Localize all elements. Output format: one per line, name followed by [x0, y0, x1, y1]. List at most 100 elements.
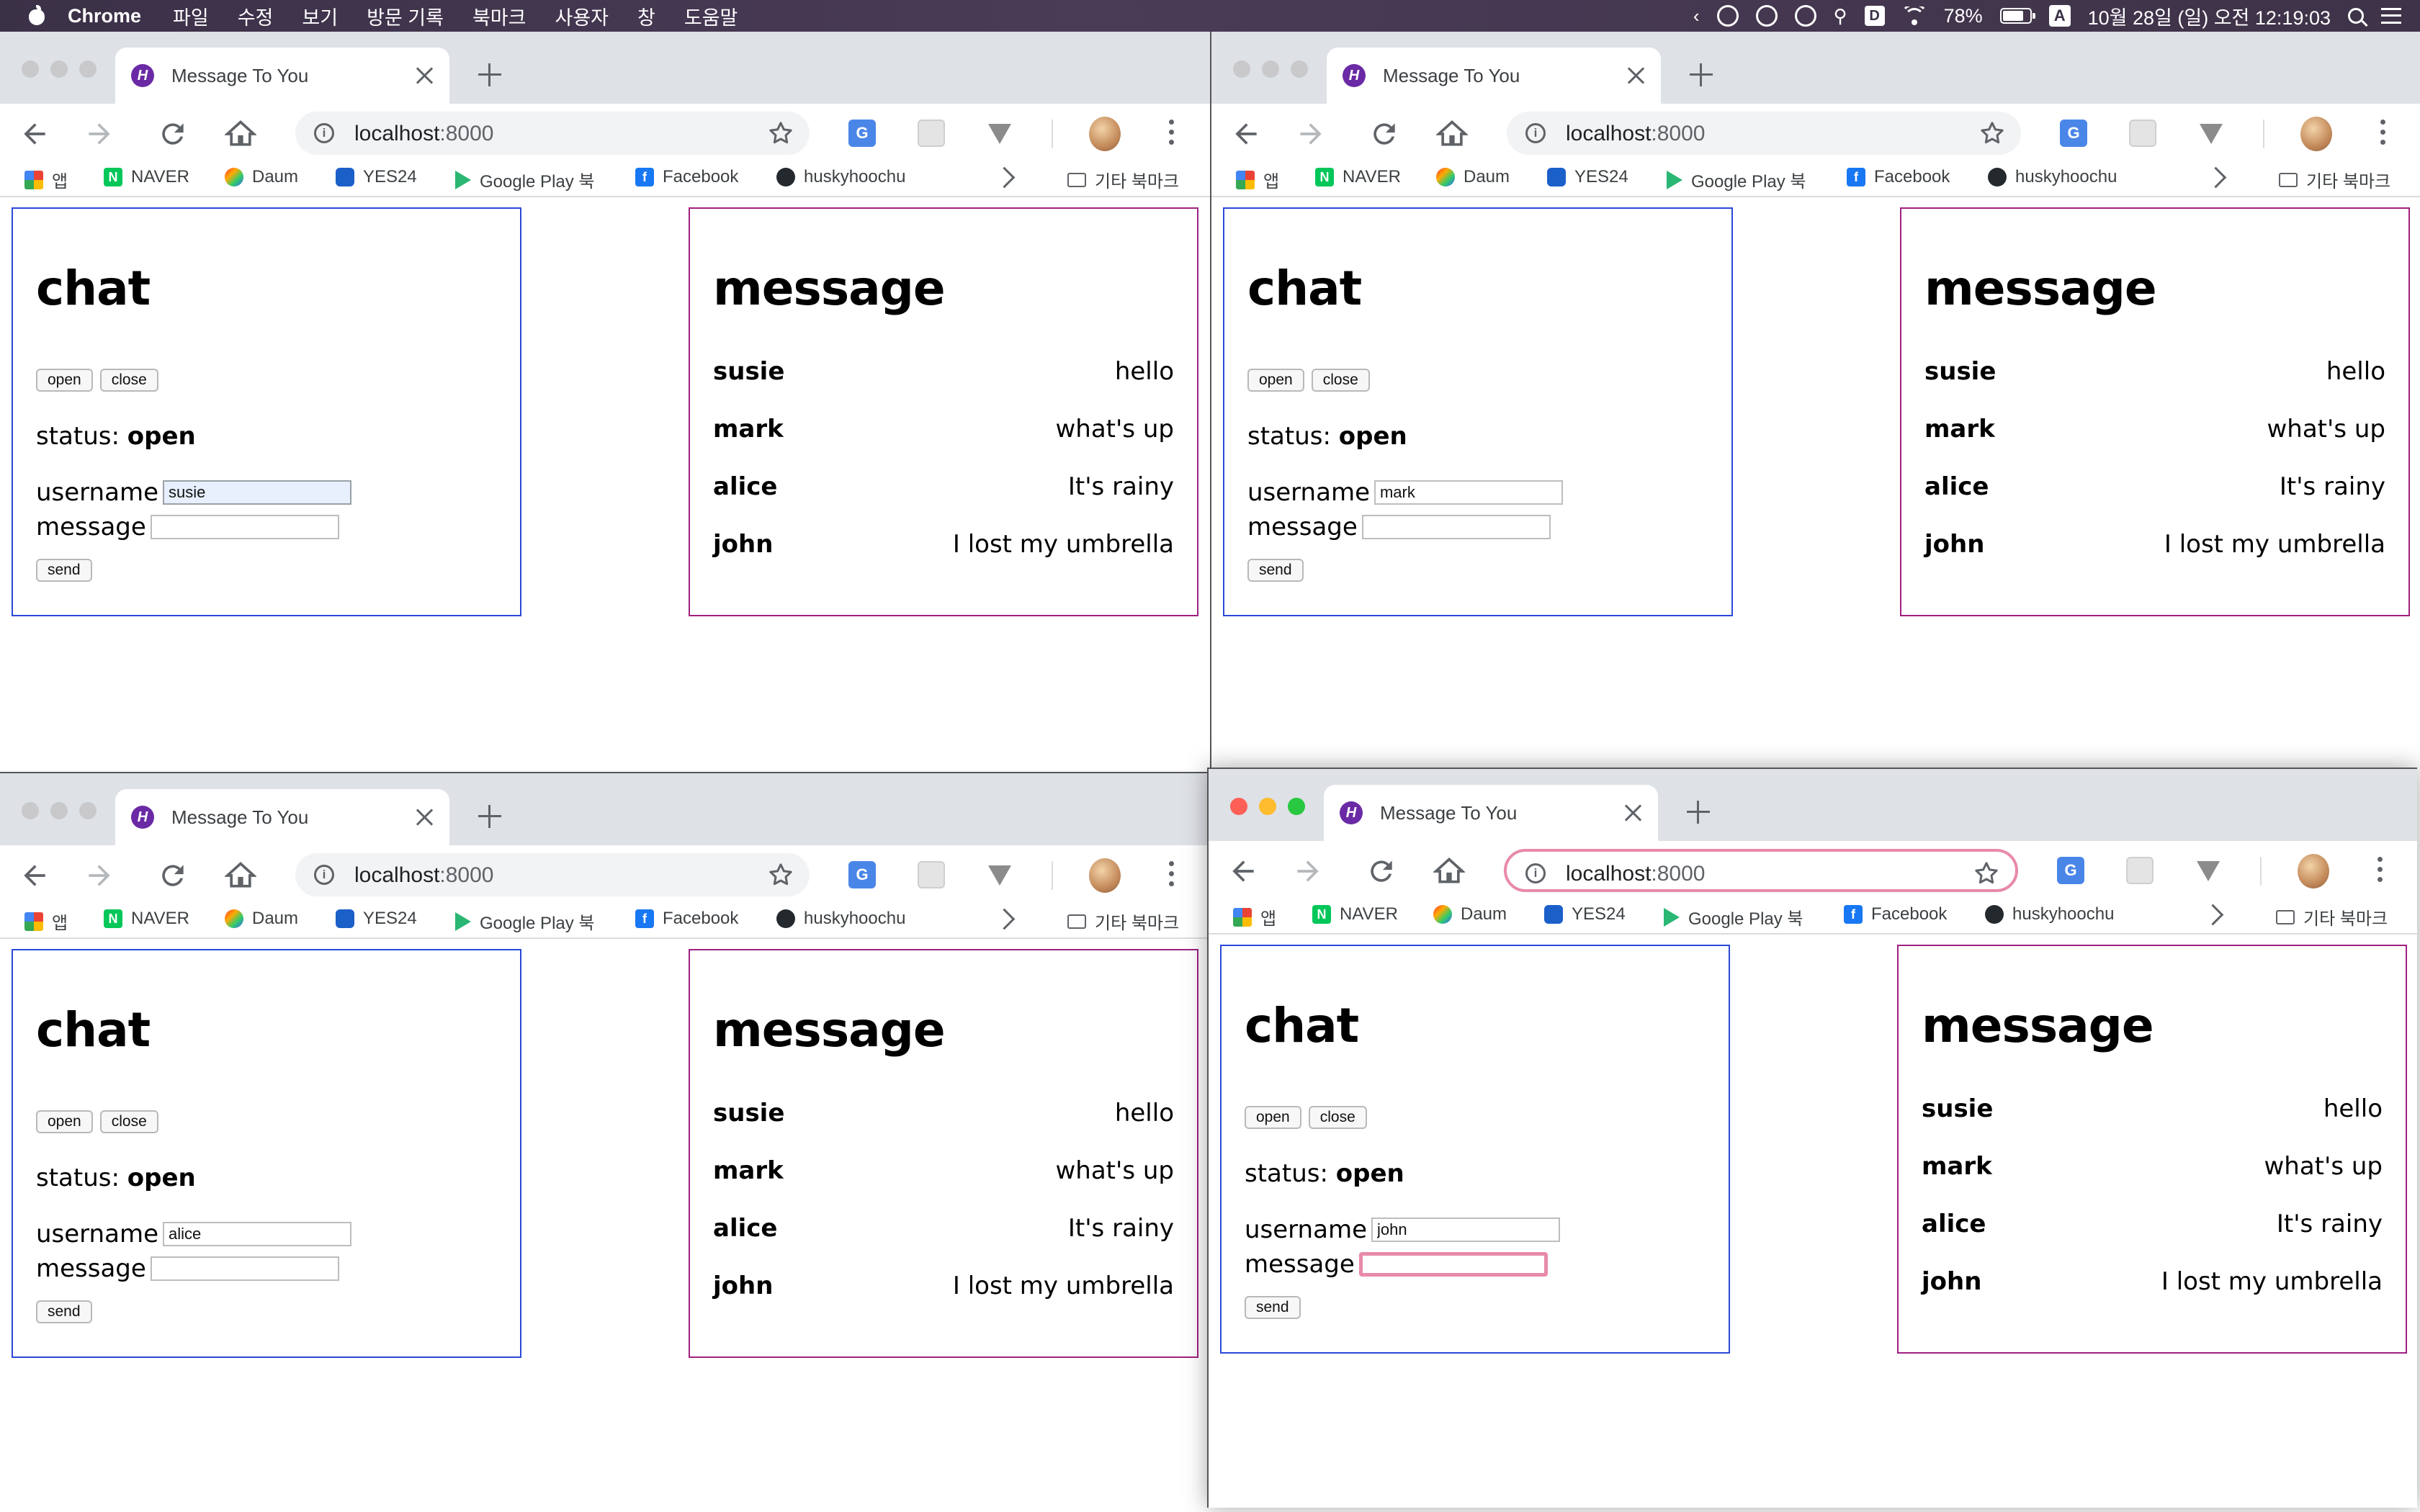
translate-extension-icon[interactable]: G: [2057, 857, 2084, 884]
close-button[interactable]: close: [99, 1110, 158, 1133]
send-button[interactable]: send: [36, 1300, 92, 1323]
close-button[interactable]: close: [99, 369, 158, 392]
menu-window[interactable]: 창: [637, 2, 655, 30]
menu-help[interactable]: 도움말: [684, 2, 738, 30]
site-info-icon[interactable]: i: [1525, 123, 1546, 143]
menu-bookmarks[interactable]: 북마크: [472, 2, 526, 30]
bookmark-star-icon[interactable]: [1972, 859, 2001, 888]
bookmark-apps[interactable]: 앱: [1236, 167, 1279, 192]
bookmark-facebook[interactable]: f Facebook: [635, 167, 738, 187]
bookmark-apps[interactable]: 앱: [24, 909, 68, 934]
home-icon[interactable]: [1435, 118, 1469, 150]
sync-icon[interactable]: [1755, 5, 1778, 27]
back-arrow-icon[interactable]: [1227, 855, 1259, 887]
bookmark-naver[interactable]: N NAVER: [1315, 167, 1401, 187]
bookmark-yes24[interactable]: YES24: [1547, 167, 1628, 187]
browser-tab[interactable]: H Message To You: [1324, 785, 1658, 841]
bookmark-github[interactable]: huskyhoochu: [1988, 167, 2117, 187]
bookmark-google-play[interactable]: Google Play 북: [1667, 167, 1806, 192]
close-window-button[interactable]: [1230, 798, 1247, 815]
chevron-left-icon[interactable]: ‹: [1693, 5, 1700, 27]
close-window-button[interactable]: [22, 802, 39, 819]
close-tab-icon[interactable]: [1623, 63, 1648, 88]
site-info-icon[interactable]: i: [314, 123, 334, 143]
vimium-extension-icon[interactable]: [2197, 861, 2220, 881]
bookmark-apps[interactable]: 앱: [1233, 904, 1276, 930]
browser-tab[interactable]: H Message To You: [115, 789, 449, 845]
apple-menu-icon[interactable]: [26, 5, 48, 27]
d-app-icon[interactable]: D: [1864, 6, 1885, 26]
bookmark-facebook[interactable]: f Facebook: [1844, 904, 1947, 924]
minimize-window-button[interactable]: [50, 60, 68, 78]
notification-center-icon[interactable]: [2381, 8, 2401, 24]
fullscreen-window-button[interactable]: [79, 60, 97, 78]
back-arrow-icon[interactable]: [19, 860, 50, 891]
reload-icon[interactable]: [1368, 118, 1400, 150]
open-button[interactable]: open: [1247, 369, 1304, 392]
bookmark-naver[interactable]: N NAVER: [1312, 904, 1398, 924]
bookmark-star-icon[interactable]: [766, 860, 795, 889]
do-not-disturb-icon[interactable]: [1794, 5, 1816, 27]
translate-extension-icon[interactable]: G: [848, 120, 876, 147]
home-icon[interactable]: [223, 118, 258, 150]
battery-percent[interactable]: 78%: [1944, 5, 1983, 27]
bookmark-facebook[interactable]: f Facebook: [635, 909, 738, 929]
extension-placeholder-icon[interactable]: [2129, 120, 2156, 147]
site-info-icon[interactable]: i: [314, 865, 334, 885]
vimium-extension-icon[interactable]: [988, 124, 1011, 144]
bookmark-google-play[interactable]: Google Play 북: [1664, 904, 1803, 930]
username-input[interactable]: [1373, 480, 1563, 505]
extension-placeholder-icon[interactable]: [918, 120, 945, 147]
more-menu-icon[interactable]: [2380, 120, 2385, 148]
spotlight-search-icon[interactable]: [2348, 8, 2364, 24]
new-tab-icon[interactable]: [1687, 801, 1710, 824]
message-input[interactable]: [1358, 1252, 1548, 1277]
extension-placeholder-icon[interactable]: [918, 861, 945, 888]
translate-extension-icon[interactable]: G: [848, 861, 876, 888]
bookmark-facebook[interactable]: f Facebook: [1847, 167, 1950, 187]
close-tab-icon[interactable]: [412, 805, 436, 829]
bookmark-apps[interactable]: 앱: [24, 167, 68, 192]
bookmark-daum[interactable]: Daum: [225, 167, 298, 187]
site-info-icon[interactable]: i: [1525, 863, 1546, 883]
send-button[interactable]: send: [1245, 1296, 1301, 1319]
back-arrow-icon[interactable]: [1230, 118, 1262, 150]
menu-app-chrome[interactable]: Chrome: [68, 5, 141, 27]
address-bar[interactable]: i localhost:8000: [295, 853, 810, 896]
bookmark-github[interactable]: huskyhoochu: [776, 167, 905, 187]
wifi-icon[interactable]: [1902, 6, 1927, 25]
send-button[interactable]: send: [36, 559, 92, 582]
new-tab-icon[interactable]: [478, 63, 501, 86]
forward-arrow-icon[interactable]: [1295, 118, 1327, 150]
new-tab-icon[interactable]: [478, 805, 501, 828]
more-bookmarks-chevron-icon[interactable]: [993, 166, 1016, 189]
address-bar[interactable]: i localhost:8000: [1507, 112, 2021, 155]
forward-arrow-icon[interactable]: [1292, 855, 1324, 887]
bookmark-star-icon[interactable]: [1978, 119, 2007, 148]
address-bar[interactable]: i localhost:8000: [295, 112, 810, 155]
reload-icon[interactable]: [157, 860, 189, 891]
reload-icon[interactable]: [1366, 855, 1397, 887]
open-button[interactable]: open: [36, 1110, 93, 1133]
bookmark-daum[interactable]: Daum: [1433, 904, 1507, 924]
bookmark-naver[interactable]: N NAVER: [104, 909, 189, 929]
bookmark-daum[interactable]: Daum: [225, 909, 298, 929]
open-button[interactable]: open: [1245, 1106, 1301, 1129]
home-icon[interactable]: [223, 860, 258, 891]
more-bookmarks-chevron-icon[interactable]: [2202, 904, 2224, 926]
bookmark-daum[interactable]: Daum: [1436, 167, 1510, 187]
bookmark-yes24[interactable]: YES24: [336, 909, 417, 929]
vimium-extension-icon[interactable]: [988, 865, 1011, 886]
battery-icon[interactable]: [1999, 8, 2035, 24]
reload-icon[interactable]: [157, 118, 189, 150]
menu-edit[interactable]: 수정: [238, 2, 274, 30]
close-window-button[interactable]: [22, 60, 39, 78]
more-menu-icon[interactable]: [2377, 857, 2383, 886]
minimize-window-button[interactable]: [1262, 60, 1279, 78]
more-menu-icon[interactable]: [1168, 120, 1174, 148]
home-icon[interactable]: [1432, 855, 1466, 887]
address-bar[interactable]: i localhost:8000: [1504, 849, 2018, 892]
bookmark-star-icon[interactable]: [766, 119, 795, 148]
profile-avatar[interactable]: [2298, 854, 2329, 888]
profile-avatar[interactable]: [2300, 117, 2332, 151]
